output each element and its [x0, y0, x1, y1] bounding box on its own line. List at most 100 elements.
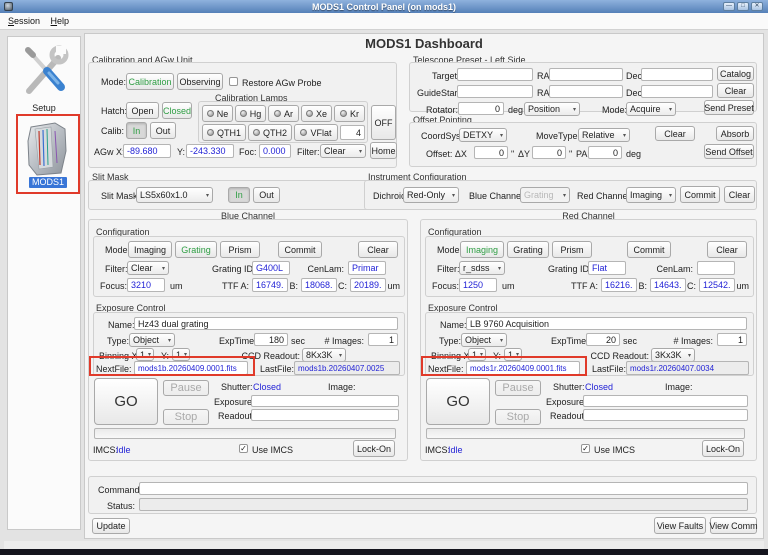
- red-type-select[interactable]: Object▾: [461, 333, 507, 347]
- guidestar-ra-field[interactable]: [549, 85, 623, 98]
- lamp-xe-button[interactable]: Xe: [301, 105, 332, 122]
- blue-ccd-select[interactable]: 8Kx3K▾: [302, 348, 346, 362]
- red-images-field[interactable]: 1: [717, 333, 747, 346]
- slitmask-in-button[interactable]: In: [228, 187, 250, 203]
- target-ra-field[interactable]: [549, 68, 623, 81]
- preset-mode-select[interactable]: Acquire▾: [626, 102, 676, 116]
- blue-prism-button[interactable]: Prism: [220, 241, 260, 258]
- lamp-intensity-field[interactable]: 4: [340, 125, 365, 140]
- menu-session[interactable]: Session: [8, 16, 40, 26]
- minimize-icon[interactable]: —: [723, 2, 735, 11]
- send-offset-button[interactable]: Send Offset: [704, 144, 754, 159]
- guidestar-dec-field[interactable]: [641, 85, 713, 98]
- preset-clear-button[interactable]: Clear: [717, 83, 754, 98]
- blue-ttf-b-field[interactable]: 18068.: [301, 278, 337, 292]
- update-button[interactable]: Update: [92, 518, 130, 534]
- pa-field[interactable]: 0: [588, 146, 622, 159]
- observing-mode-button[interactable]: Observing: [177, 73, 223, 90]
- hatch-closed-button[interactable]: Closed: [162, 102, 192, 119]
- red-ttf-c-field[interactable]: 12542.: [699, 278, 735, 292]
- slitmask-out-button[interactable]: Out: [253, 187, 280, 203]
- view-faults-button[interactable]: View Faults: [654, 517, 706, 534]
- slitmask-select[interactable]: LS5x60x1.0▾: [136, 187, 213, 203]
- red-bin-y-select[interactable]: 1▾: [504, 348, 522, 361]
- offset-dx-field[interactable]: 0: [474, 146, 508, 159]
- maximize-icon[interactable]: □: [737, 2, 749, 11]
- sidebar-mods1-label[interactable]: MODS1: [29, 177, 67, 188]
- lamps-off-button[interactable]: OFF: [371, 105, 396, 140]
- blue-use-imcs-checkbox[interactable]: ✓: [239, 444, 248, 453]
- blue-type-select[interactable]: Object▾: [129, 333, 175, 347]
- red-commit-button[interactable]: Commit: [627, 241, 671, 258]
- movetype-select[interactable]: Relative▾: [578, 128, 630, 142]
- absorb-button[interactable]: Absorb: [716, 126, 754, 141]
- red-clear-button[interactable]: Clear: [707, 241, 747, 258]
- red-name-field[interactable]: LB 9760 Acquisition: [466, 317, 747, 330]
- offset-dy-field[interactable]: 0: [532, 146, 566, 159]
- red-go-button[interactable]: GO: [426, 378, 490, 425]
- instconfig-commit-button[interactable]: Commit: [680, 186, 720, 203]
- offset-clear-button[interactable]: Clear: [655, 126, 695, 141]
- close-icon[interactable]: ✕: [751, 2, 763, 11]
- red-exptime-field[interactable]: 20: [586, 333, 620, 346]
- red-filter-select[interactable]: r_sdss▾: [459, 261, 505, 275]
- lamp-hg-button[interactable]: Hg: [235, 105, 266, 122]
- red-stop-button[interactable]: Stop: [495, 409, 541, 425]
- calib-in-button[interactable]: In: [126, 122, 147, 139]
- agw-home-button[interactable]: Home: [370, 142, 397, 159]
- window-titlebar[interactable]: MODS1 Control Panel (on mods1) — □ ✕: [0, 0, 768, 13]
- blue-grating-id-field[interactable]: G400L: [252, 261, 290, 275]
- lamp-vflat-button[interactable]: VFlat: [294, 124, 338, 141]
- sidebar-setup-label[interactable]: Setup: [8, 103, 80, 113]
- blue-ttf-c-field[interactable]: 20189.: [350, 278, 386, 292]
- menu-help[interactable]: Help: [51, 16, 70, 26]
- instconfig-clear-button[interactable]: Clear: [724, 186, 755, 203]
- red-lock-on-button[interactable]: Lock-On: [702, 440, 744, 457]
- calibration-mode-button[interactable]: Calibration: [126, 73, 174, 90]
- red-use-imcs-checkbox[interactable]: ✓: [581, 444, 590, 453]
- target-dec-field[interactable]: [641, 68, 713, 81]
- blue-commit-button[interactable]: Commit: [278, 241, 322, 258]
- red-prism-button[interactable]: Prism: [552, 241, 592, 258]
- lamp-qth1-button[interactable]: QTH1: [202, 124, 246, 141]
- mods1-instrument-icon[interactable]: [25, 121, 69, 177]
- rotator-mode-select[interactable]: Position▾: [524, 102, 580, 116]
- agw-filter-select[interactable]: Clear▾: [320, 144, 366, 158]
- restore-agw-checkbox[interactable]: [229, 77, 238, 86]
- command-input[interactable]: [139, 482, 748, 495]
- view-comm-button[interactable]: View Comm: [710, 517, 757, 534]
- catalog-button[interactable]: Catalog: [717, 66, 754, 81]
- blue-bin-x-select[interactable]: 1▾: [136, 348, 154, 361]
- dichroic-select[interactable]: Red-Only▾: [403, 187, 459, 203]
- blue-grating-button[interactable]: Grating: [175, 241, 217, 258]
- agw-x-field[interactable]: -89.680: [123, 144, 171, 158]
- blue-name-field[interactable]: Hz43 dual grating: [134, 317, 398, 330]
- red-grating-id-field[interactable]: Flat: [588, 261, 626, 275]
- lamp-qth2-button[interactable]: QTH2: [248, 124, 292, 141]
- red-ttf-a-field[interactable]: 16216.: [601, 278, 637, 292]
- setup-tools-icon[interactable]: [20, 44, 70, 100]
- blue-filter-select[interactable]: Clear▾: [127, 261, 169, 275]
- blue-ttf-a-field[interactable]: 16749.: [252, 278, 288, 292]
- blue-go-button[interactable]: GO: [94, 378, 158, 425]
- agw-y-field[interactable]: -243.330: [186, 144, 234, 158]
- hatch-open-button[interactable]: Open: [126, 102, 159, 119]
- red-cenlam-field[interactable]: [697, 261, 735, 275]
- blue-exptime-field[interactable]: 180: [254, 333, 288, 346]
- blue-images-field[interactable]: 1: [368, 333, 398, 346]
- red-channel-select[interactable]: Imaging▾: [626, 187, 676, 203]
- blue-cenlam-field[interactable]: Primar: [348, 261, 386, 275]
- blue-focus-field[interactable]: 3210: [127, 278, 165, 292]
- rotator-field[interactable]: 0: [458, 102, 504, 115]
- blue-bin-y-select[interactable]: 1▾: [172, 348, 190, 361]
- lamp-ne-button[interactable]: Ne: [202, 105, 233, 122]
- red-imaging-button[interactable]: Imaging: [460, 241, 504, 258]
- blue-pause-button[interactable]: Pause: [163, 380, 209, 396]
- red-bin-x-select[interactable]: 1▾: [468, 348, 486, 361]
- lamp-kr-button[interactable]: Kr: [334, 105, 365, 122]
- red-ttf-b-field[interactable]: 14643.: [650, 278, 686, 292]
- blue-lock-on-button[interactable]: Lock-On: [353, 440, 395, 457]
- red-focus-field[interactable]: 1250: [459, 278, 497, 292]
- send-preset-button[interactable]: Send Preset: [704, 100, 754, 115]
- calib-out-button[interactable]: Out: [150, 122, 176, 139]
